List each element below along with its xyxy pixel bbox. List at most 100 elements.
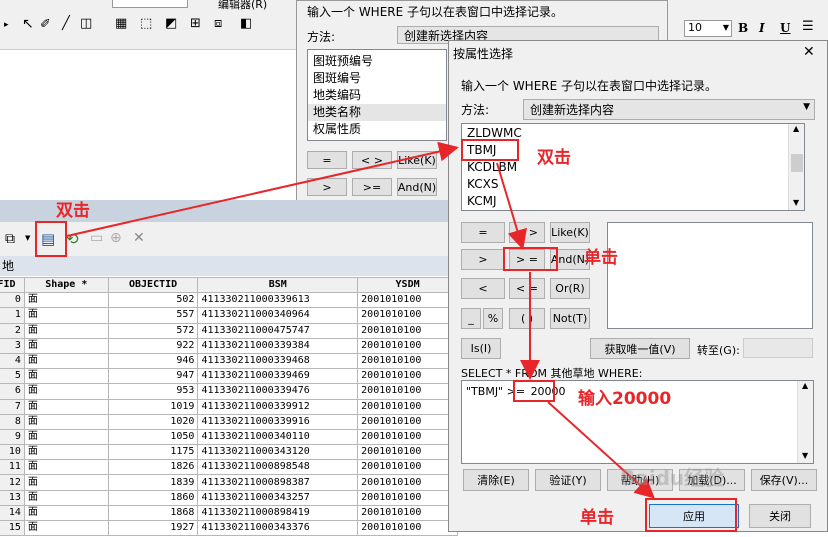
switch-selection-icon[interactable]: ⟲ — [66, 230, 79, 248]
table-options-icon[interactable]: ⧉ — [5, 231, 15, 247]
table-cell: 411330211000339613 — [197, 292, 359, 309]
col-header[interactable]: YSDM — [357, 277, 458, 294]
table-row[interactable]: 14 面 1868 411330211000898419 2001010100 — [0, 504, 458, 522]
list-item[interactable]: KCXS — [462, 176, 804, 193]
lt-button[interactable]: < — [461, 278, 505, 299]
table-row[interactable]: 0 面 502 411330211000339613 2001010100 — [0, 292, 458, 309]
underline-button[interactable]: U — [780, 21, 790, 35]
table-row[interactable]: 4 面 946 411330211000339468 2001010100 — [0, 352, 458, 370]
table-row[interactable]: 6 面 953 411330211000339476 2001010100 — [0, 383, 458, 400]
toolbar-input[interactable] — [112, 0, 188, 8]
arrow-dropdown-icon[interactable]: ▸ — [4, 20, 9, 30]
bold-button[interactable]: B — [738, 21, 748, 35]
gt-button[interactable]: > — [461, 249, 505, 270]
merge-tool-icon[interactable]: ⊞ — [190, 16, 201, 31]
percent-button[interactable]: % — [483, 308, 503, 329]
like-button[interactable]: Like(K) — [550, 222, 590, 243]
list-item[interactable]: 地类编码 — [308, 87, 446, 104]
table-row[interactable]: 1 面 557 411330211000340964 2001010100 — [0, 307, 458, 324]
table-row[interactable]: 11 面 1826 411330211000898548 2001010100 — [0, 459, 458, 476]
le-button[interactable]: < = — [509, 278, 545, 299]
list-item[interactable]: 图斑编号 — [308, 70, 446, 87]
is-button[interactable]: Is(I) — [461, 338, 501, 359]
table-cell: 2001010100 — [357, 368, 458, 385]
list-item[interactable]: 权属性质 — [308, 121, 446, 138]
zoom-selected-icon[interactable]: ⊕ — [110, 230, 122, 246]
editor-menu[interactable]: 编辑器(R) — [218, 0, 267, 12]
bg-like-button[interactable]: Like(K) — [397, 151, 437, 169]
unique-values-list[interactable] — [607, 222, 813, 329]
chevron-down-icon[interactable]: ▼ — [793, 198, 799, 207]
table-row[interactable]: 5 面 947 411330211000339469 2001010100 — [0, 368, 458, 385]
list-item[interactable]: KCDLBM — [462, 159, 804, 176]
table-cell: 411330211000898548 — [197, 459, 359, 476]
line-tool-icon[interactable]: ╱ — [62, 16, 70, 31]
not-button[interactable]: Not(T) — [550, 308, 590, 329]
table-cell: 2001010100 — [357, 352, 458, 370]
table-row[interactable]: 12 面 1839 411330211000898387 2001010100 — [0, 474, 458, 491]
clear-selection-icon[interactable]: ▭ — [90, 230, 103, 246]
method-select[interactable]: 创建新选择内容 ▼ — [523, 99, 815, 120]
table-row[interactable]: 8 面 1020 411330211000339916 2001010100 — [0, 413, 458, 430]
chevron-up-icon[interactable]: ▲ — [793, 124, 799, 133]
get-unique-button[interactable]: 获取唯一值(V) — [590, 338, 690, 359]
chevron-down-icon[interactable]: ▼ — [802, 451, 808, 460]
list-item[interactable]: KCMJ — [462, 193, 804, 210]
dashed-tool-icon[interactable]: ⬚ — [140, 16, 152, 31]
goto-input[interactable] — [743, 338, 813, 358]
field-list[interactable]: ZLDWMC TBMJ KCDLBM KCXS KCMJ ▲ ▼ — [461, 123, 805, 211]
edit-vertices-icon[interactable]: ✐ — [40, 17, 51, 32]
col-header[interactable]: BSM — [197, 277, 359, 294]
underscore-button[interactable]: _ — [461, 308, 481, 329]
bg-field-list[interactable]: 图斑预编号 图斑编号 地类编码 地类名称 权属性质 — [307, 49, 447, 141]
font-size-select[interactable]: 10 ▼ — [684, 20, 732, 37]
bg-ge-button[interactable]: >= — [352, 178, 392, 196]
table-cell: 2001010100 — [357, 428, 458, 446]
chevron-down-icon: ▼ — [803, 102, 810, 112]
list-item[interactable]: 地类名称 — [308, 104, 446, 121]
close-button[interactable]: 关闭 — [749, 504, 811, 528]
table-row[interactable]: 2 面 572 411330211000475747 2001010100 — [0, 322, 458, 339]
save-button[interactable]: 保存(V)... — [751, 469, 817, 491]
bg-and-button[interactable]: And(N) — [397, 178, 437, 196]
italic-button[interactable]: I — [759, 21, 765, 35]
table-row[interactable]: 13 面 1860 411330211000343257 2001010100 — [0, 489, 458, 506]
scroll-thumb[interactable] — [791, 154, 803, 172]
col-header[interactable]: OBJECTID — [107, 277, 199, 294]
or-button[interactable]: Or(R) — [550, 278, 590, 299]
bg-ne-button[interactable]: < > — [352, 151, 392, 169]
field-list-scrollbar[interactable]: ▲ ▼ — [788, 124, 804, 210]
paren-button[interactable]: ( ) — [509, 308, 545, 329]
table-row[interactable]: 9 面 1050 411330211000340110 2001010100 — [0, 428, 458, 446]
close-icon[interactable]: ✕ — [803, 44, 815, 60]
verify-button[interactable]: 验证(Y) — [535, 469, 601, 491]
delete-icon[interactable]: ✕ — [133, 230, 145, 246]
box-tool-icon[interactable]: ◫ — [80, 16, 92, 31]
reshape-tool-icon[interactable]: ⧈ — [214, 16, 222, 31]
ne-button[interactable]: < > — [509, 222, 545, 243]
bg-eq-button[interactable]: = — [307, 151, 347, 169]
table-row[interactable]: 10 面 1175 411330211000343120 2001010100 — [0, 444, 458, 461]
sketch-tool-icon[interactable]: ◧ — [240, 16, 252, 31]
col-header[interactable]: Shape * — [23, 277, 109, 294]
grid-tool-icon[interactable]: ▦ — [115, 16, 127, 31]
list-item[interactable]: 图斑预编号 — [308, 53, 446, 70]
table-cell: 2001010100 — [357, 459, 458, 476]
table-row[interactable]: 15 面 1927 411330211000343376 2001010100 — [0, 519, 458, 537]
chevron-up-icon[interactable]: ▲ — [802, 381, 808, 390]
bg-gt-button[interactable]: > — [307, 178, 347, 196]
table-cell: 面 — [23, 519, 109, 537]
table-cell: 面 — [23, 428, 109, 446]
pointer-tool-icon[interactable]: ↖ — [22, 16, 34, 32]
expression-scrollbar[interactable]: ▲ ▼ — [797, 381, 813, 463]
table-row[interactable]: 3 面 922 411330211000339384 2001010100 — [0, 337, 458, 354]
table-cell: 411330211000343120 — [197, 444, 359, 461]
align-left-icon[interactable]: ☰ — [802, 19, 814, 34]
eq-button[interactable]: = — [461, 222, 505, 243]
table-row[interactable]: 7 面 1019 411330211000339912 2001010100 — [0, 398, 458, 415]
col-header[interactable]: FID — [0, 277, 25, 294]
clear-button[interactable]: 清除(E) — [463, 469, 529, 491]
split-tool-icon[interactable]: ◩ — [165, 16, 177, 31]
chevron-down-icon[interactable]: ▼ — [25, 234, 30, 242]
table-cell: 557 — [107, 307, 199, 324]
